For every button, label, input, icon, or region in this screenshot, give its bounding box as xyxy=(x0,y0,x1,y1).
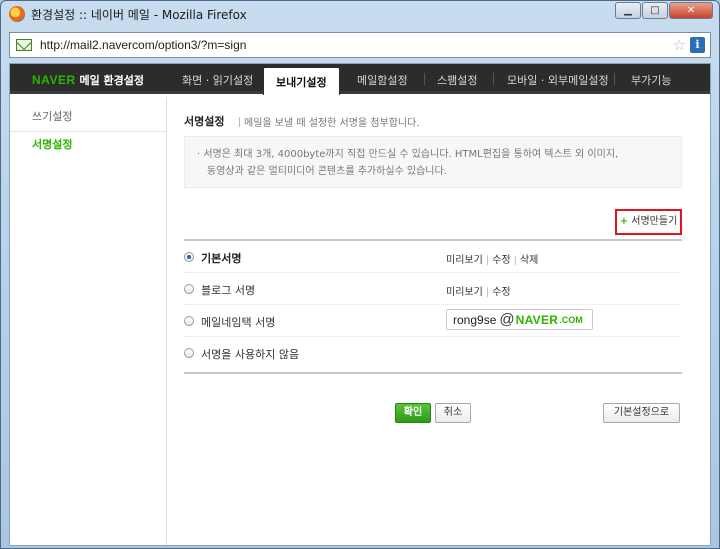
confirm-button[interactable]: 확인 xyxy=(395,403,431,423)
radio-nametag-signature[interactable] xyxy=(184,316,194,326)
signature-label[interactable]: 메일네임택 서명 xyxy=(201,314,275,330)
signature-actions: 미리보기 | 수정 xyxy=(446,283,511,298)
action-separator: | xyxy=(485,255,490,266)
notice-box: · 서명은 최대 3개, 4000byte까지 직접 만드실 수 있습니다. H… xyxy=(184,136,682,188)
signature-label[interactable]: 서명을 사용하지 않음 xyxy=(201,346,299,362)
email-nametag: rong9se @ NAVER .COM xyxy=(446,309,593,330)
title-bar: 환경설정 :: 네이버 메일 - Mozilla Firefox ▁ □ ✕ xyxy=(1,1,719,27)
window-controls: ▁ □ ✕ xyxy=(615,2,713,19)
firefox-icon xyxy=(9,6,25,22)
tab-send-settings[interactable]: 보내기설정 xyxy=(263,67,340,95)
signature-settings-panel: 서명설정 메일을 보낼 때 설정한 서명을 첨부합니다. · 서명은 최대 3개… xyxy=(167,97,710,545)
edit-link[interactable]: 수정 xyxy=(492,255,510,266)
page-title: 서명설정 xyxy=(184,115,225,128)
plus-icon: + xyxy=(619,216,629,227)
page-content: NAVER 메일 환경설정 화면 · 읽기설정 보내기설정 메일함설정 스팸설정… xyxy=(9,63,711,546)
edit-link[interactable]: 수정 xyxy=(492,287,510,298)
close-button[interactable]: ✕ xyxy=(669,2,713,19)
signature-row-none: 서명을 사용하지 않음 xyxy=(184,337,682,369)
email-user: rong9se xyxy=(453,312,497,327)
bookmark-star-icon[interactable]: ☆ xyxy=(673,36,686,54)
sidebar-item-signature[interactable]: 서명설정 xyxy=(10,131,167,157)
tab-divider xyxy=(493,73,494,85)
brand-title: 메일 환경설정 xyxy=(79,74,145,87)
create-signature-button[interactable]: + 서명만들기 xyxy=(615,209,682,235)
email-at: @ xyxy=(499,311,515,328)
signature-label[interactable]: 블로그 서명 xyxy=(201,282,255,298)
naver-logo: NAVER xyxy=(32,73,76,87)
tab-divider xyxy=(424,73,425,85)
settings-nav: NAVER 메일 환경설정 화면 · 읽기설정 보내기설정 메일함설정 스팸설정… xyxy=(10,64,710,95)
notice-line: · 서명은 최대 3개, 4000byte까지 직접 만드실 수 있습니다. H… xyxy=(197,149,619,160)
signature-label[interactable]: 기본서명 xyxy=(201,250,241,266)
divider xyxy=(184,372,682,374)
create-signature-label: 서명만들기 xyxy=(631,216,678,227)
preview-link[interactable]: 미리보기 xyxy=(446,255,483,266)
tab-spam-settings[interactable]: 스팸설정 xyxy=(437,72,477,88)
address-bar[interactable]: http://mail2.navercom/option3/?m=sign ☆ … xyxy=(9,32,711,58)
sidebar-item-write[interactable]: 쓰기설정 xyxy=(10,104,167,130)
action-separator: | xyxy=(513,255,517,266)
radio-blog-signature[interactable] xyxy=(184,284,194,294)
info-icon[interactable]: i xyxy=(690,37,705,53)
sidebar: 쓰기설정 서명설정 xyxy=(10,97,167,545)
radio-no-signature[interactable] xyxy=(184,348,194,358)
tab-mailbox-settings[interactable]: 메일함설정 xyxy=(357,72,408,88)
tab-mobile-external[interactable]: 모바일 · 외부메일설정 xyxy=(507,72,609,88)
delete-link[interactable]: 삭제 xyxy=(520,255,538,266)
page-description: 메일을 보낼 때 설정한 서명을 첨부합니다. xyxy=(239,114,419,129)
tab-divider xyxy=(614,73,615,85)
browser-window: 환경설정 :: 네이버 메일 - Mozilla Firefox ▁ □ ✕ h… xyxy=(0,0,720,549)
preview-link[interactable]: 미리보기 xyxy=(446,287,483,298)
radio-default-signature[interactable] xyxy=(184,252,194,262)
signature-row-default: 기본서명 미리보기 | 수정 | 삭제 xyxy=(184,241,682,273)
cancel-button[interactable]: 취소 xyxy=(435,403,471,423)
signature-row-nametag: 메일네임택 서명 rong9se @ NAVER .COM xyxy=(184,305,682,337)
email-domain: .COM xyxy=(559,314,583,325)
minimize-button[interactable]: ▁ xyxy=(615,2,641,19)
tab-screen-read[interactable]: 화면 · 읽기설정 xyxy=(182,72,253,88)
url-text[interactable]: http://mail2.navercom/option3/?m=sign xyxy=(40,38,246,52)
signature-row-blog: 블로그 서명 미리보기 | 수정 xyxy=(184,273,682,305)
tab-extras[interactable]: 부가기능 xyxy=(631,72,671,88)
maximize-button[interactable]: □ xyxy=(642,2,668,19)
action-separator: | xyxy=(485,287,490,298)
naver-logo: NAVER xyxy=(515,312,559,327)
notice-line: 동영상과 같은 멀티미디어 콘텐츠를 추가하실수 있습니다. xyxy=(207,166,447,177)
brand-logo[interactable]: NAVER 메일 환경설정 xyxy=(32,72,144,88)
reset-default-button[interactable]: 기본설정으로 xyxy=(603,403,680,423)
signature-actions: 미리보기 | 수정 | 삭제 xyxy=(446,251,538,266)
window-title: 환경설정 :: 네이버 메일 - Mozilla Firefox xyxy=(31,7,247,22)
mail-icon xyxy=(16,39,32,51)
